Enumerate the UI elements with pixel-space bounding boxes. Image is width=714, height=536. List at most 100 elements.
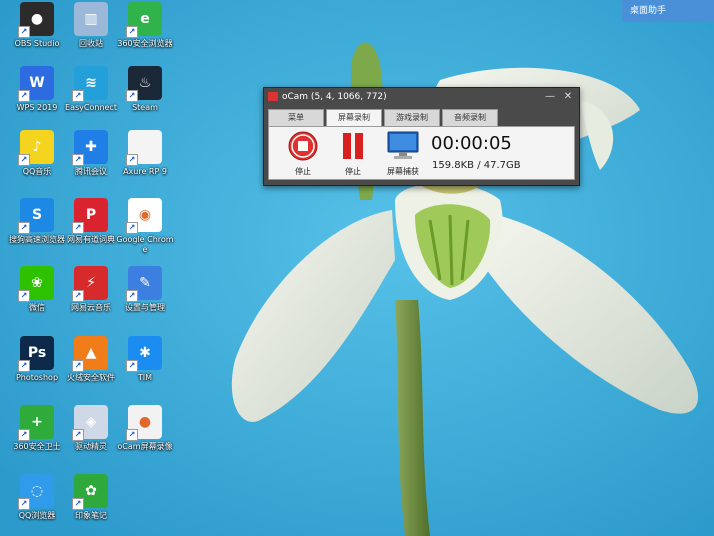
desktop-icon-label: 火绒安全软件 [67,373,115,382]
app-icon: ⚡ ↗ [72,266,108,302]
app-icon-glyph: S [31,207,43,223]
tab-audio-record[interactable]: 音频录制 [442,109,498,126]
app-icon-glyph: ♨ [138,75,152,91]
desktop-icon-label: Axure RP 9 [123,167,167,176]
desktop-icon[interactable]: + ↗ 360安全卫士 [6,405,68,452]
desktop-icon[interactable]: ⚡ ↗ 网易云音乐 [60,266,122,313]
desktop-icon-label: 驱动精灵 [75,442,107,451]
desktop-assistant-label: 桌面助手 [630,6,667,16]
app-icon-glyph: e [140,11,150,27]
pause-icon [343,133,363,159]
desktop-icon-label: 微信 [29,303,45,312]
app-icon: ● ↗ [126,405,162,441]
desktop-icon[interactable]: ▥ 回收站 [60,2,122,49]
desktop-icon[interactable]: S ↗ 搜狗高速浏览器 [6,198,68,245]
app-icon: e ↗ [126,2,162,38]
desktop-icon-label: QQ音乐 [22,167,52,176]
shortcut-arrow-icon: ↗ [18,90,30,102]
app-icon-glyph: ❀ [31,275,43,291]
stop-record-button[interactable]: 停止 [281,131,325,177]
app-icon-glyph: ▥ [84,11,98,27]
app-icon: ≋ ↗ [72,66,108,102]
desktop-icon-label: QQ浏览器 [18,511,56,520]
desktop-icon[interactable]: ◈ ↗ 驱动精灵 [60,405,122,452]
close-button[interactable]: ✕ [561,88,575,106]
tab-game-record[interactable]: 游戏录制 [384,109,440,126]
app-icon: ▥ [74,2,108,36]
desktop-icon-label: EasyConnect [65,103,117,112]
app-icon-glyph: ✎ [139,275,151,291]
app-icon-glyph: ◈ [85,414,97,430]
desktop-icon[interactable]: Ps ↗ Photoshop [6,336,68,383]
ocam-window[interactable]: oCam (5, 4, 1066, 772) — ✕ 菜单 屏幕录制 游戏录制 … [263,87,580,186]
desktop-icon[interactable]: P ↗ 网易有道词典 [60,198,122,245]
tab-screen-record[interactable]: 屏幕录制 [326,109,382,126]
app-icon: W ↗ [18,66,54,102]
desktop-icon-label: Google Chrome [116,235,174,254]
desktop-icon-label: 360安全卫士 [13,442,61,451]
shortcut-arrow-icon: ↗ [126,429,138,441]
shortcut-arrow-icon: ↗ [18,26,30,38]
desktop-icon[interactable]: ↗ Axure RP 9 [114,130,176,177]
shortcut-arrow-icon: ↗ [72,290,84,302]
app-icon: S ↗ [18,198,54,234]
app-icon-glyph: ● [30,11,44,27]
screen-capture-button[interactable]: 屏幕捕获 [381,131,425,177]
desktop-icon[interactable]: ♨ ↗ Steam [114,66,176,113]
shortcut-arrow-icon: ↗ [126,222,138,234]
desktop-icon-label: 网易云音乐 [71,303,111,312]
app-icon: + ↗ [18,405,54,441]
ocam-control-panel: 停止 停止 屏幕捕获 00:00:05 159.8KB / 47.7GB [268,126,575,180]
desktop-icon[interactable]: ✚ ↗ 腾讯会议 [60,130,122,177]
tab-menu[interactable]: 菜单 [268,109,324,126]
desktop-icon-label: Steam [132,103,158,112]
desktop-icon[interactable]: ✿ ↗ 印象笔记 [60,474,122,521]
desktop-icon[interactable]: ♪ ↗ QQ音乐 [6,130,68,177]
app-icon-glyph: P [85,207,97,223]
desktop-icon-label: 回收站 [79,39,103,48]
ocam-title: oCam (5, 4, 1066, 772) [282,92,387,102]
desktop-icon-label: TIM [137,373,153,382]
monitor-icon [387,131,419,159]
desktop-icon[interactable]: ● ↗ oCam屏幕录像 [114,405,176,452]
app-icon: Ps ↗ [18,336,54,372]
app-icon: ✚ ↗ [72,130,108,166]
app-icon: ● ↗ [18,2,54,38]
desktop-icon[interactable]: e ↗ 360安全浏览器 [114,2,176,49]
desktop-icon-label: 搜狗高速浏览器 [9,235,65,244]
app-icon: ◈ ↗ [72,405,108,441]
app-icon-glyph: ▲ [85,345,97,361]
desktop-icon[interactable]: ≋ ↗ EasyConnect [60,66,122,113]
pause-button[interactable]: 停止 [331,131,375,177]
shortcut-arrow-icon: ↗ [18,290,30,302]
app-icon: ✱ ↗ [126,336,162,372]
desktop-icon-label: 网易有道词典 [67,235,115,244]
app-icon-glyph: ≋ [85,75,97,91]
desktop-icon[interactable]: ▲ ↗ 火绒安全软件 [60,336,122,383]
shortcut-arrow-icon: ↗ [72,429,84,441]
desktop-icon[interactable]: ◉ ↗ Google Chrome [114,198,176,255]
app-icon: ✿ ↗ [72,474,108,510]
app-icon-glyph: ✿ [85,483,97,499]
desktop-icon[interactable]: ◌ ↗ QQ浏览器 [6,474,68,521]
desktop-icon-label: WPS 2019 [16,103,58,112]
desktop-icon[interactable]: ✱ ↗ TIM [114,336,176,383]
desktop-assistant-widget[interactable]: 桌面助手 [622,0,714,22]
recording-timer: 00:00:05 [431,133,512,154]
shortcut-arrow-icon: ↗ [126,154,138,166]
ocam-titlebar[interactable]: oCam (5, 4, 1066, 772) — ✕ [264,88,579,106]
shortcut-arrow-icon: ↗ [72,498,84,510]
shortcut-arrow-icon: ↗ [126,290,138,302]
minimize-button[interactable]: — [543,88,557,106]
desktop-icon[interactable]: W ↗ WPS 2019 [6,66,68,113]
desktop-icon[interactable]: ✎ ↗ 设置与管理 [114,266,176,313]
app-icon-glyph: Ps [27,345,47,361]
desktop-icon[interactable]: ● ↗ OBS Studio [6,2,68,49]
shortcut-arrow-icon: ↗ [126,26,138,38]
desktop-icon-label: 设置与管理 [125,303,165,312]
app-icon-glyph: ♪ [32,139,42,155]
desktop-icon[interactable]: ❀ ↗ 微信 [6,266,68,313]
app-icon-glyph: + [31,414,43,430]
shortcut-arrow-icon: ↗ [18,498,30,510]
shortcut-arrow-icon: ↗ [18,222,30,234]
